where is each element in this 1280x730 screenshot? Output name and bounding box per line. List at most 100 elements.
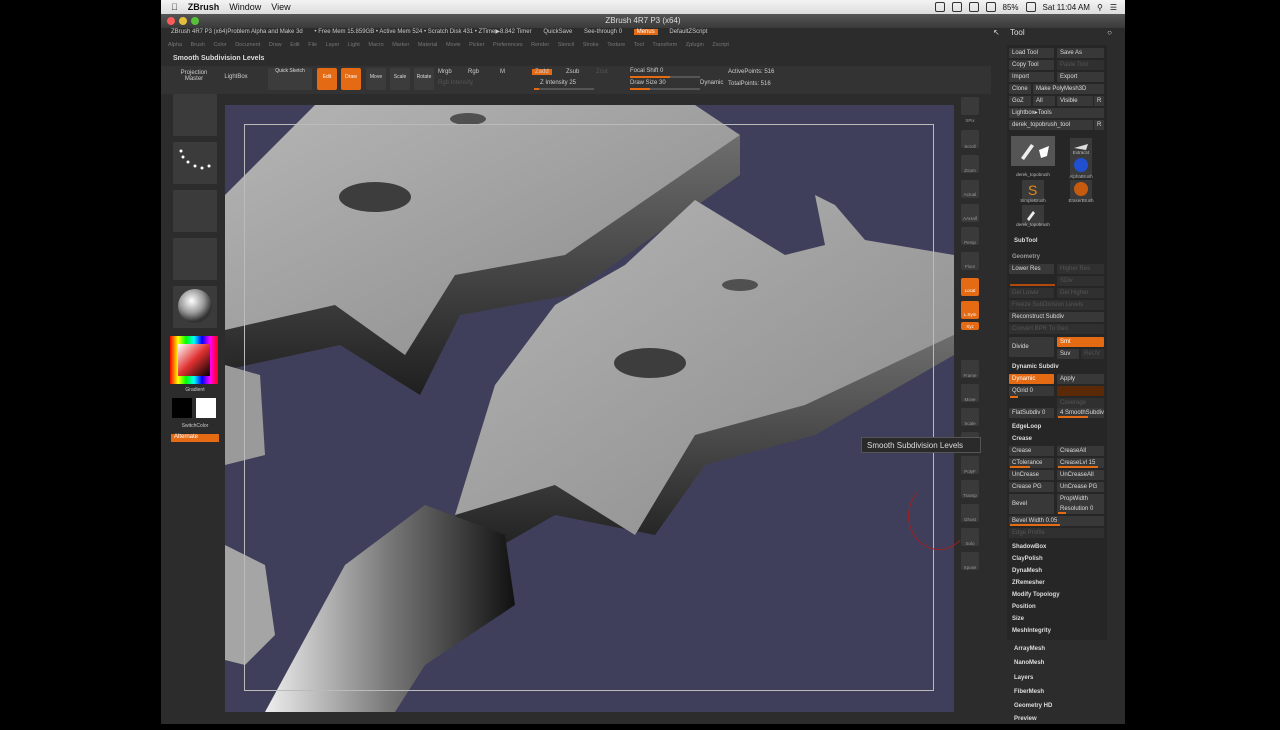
- crease-button[interactable]: Crease: [1009, 446, 1054, 456]
- apple-icon[interactable]: : [171, 2, 178, 12]
- higher-res-button[interactable]: Higher Res: [1057, 264, 1104, 274]
- dynamic-toggle[interactable]: Dynamic: [1009, 374, 1054, 384]
- menu-alpha[interactable]: Alpha: [168, 42, 182, 48]
- document-canvas[interactable]: [225, 105, 954, 712]
- solo-label[interactable]: Solo: [955, 541, 985, 546]
- dynamesh-header[interactable]: DynaMesh: [1009, 566, 1104, 576]
- divide-button[interactable]: Divide: [1009, 337, 1054, 357]
- tool-thumb-eraserbrush[interactable]: [1070, 180, 1092, 200]
- bevel-button[interactable]: Bevel: [1009, 494, 1054, 514]
- uncrease-pg-button[interactable]: UnCrease PG: [1057, 482, 1104, 492]
- lightbox-button[interactable]: LightBox: [218, 74, 254, 80]
- quicksave-button[interactable]: QuickSave: [543, 29, 572, 35]
- texture-slot[interactable]: [173, 238, 217, 280]
- menu-macro[interactable]: Macro: [368, 42, 383, 48]
- smt-toggle[interactable]: Smt: [1057, 337, 1104, 347]
- current-tool-name[interactable]: derek_topobrush_tool: [1009, 120, 1093, 130]
- uncrease-button[interactable]: UnCrease: [1009, 470, 1054, 480]
- alpha-slot[interactable]: [173, 190, 217, 232]
- menu-material[interactable]: Material: [418, 42, 438, 48]
- crease-header[interactable]: Crease: [1009, 434, 1104, 444]
- uncreaseall-button[interactable]: UnCreaseAll: [1057, 470, 1104, 480]
- rotate-button[interactable]: Rotate: [414, 68, 434, 90]
- battery-icon[interactable]: [1025, 2, 1036, 12]
- fibermesh-header[interactable]: FiberMesh: [1014, 689, 1044, 695]
- coverage-slider[interactable]: [1057, 386, 1104, 396]
- floor-label[interactable]: Floor: [955, 264, 985, 269]
- frame-label[interactable]: Frame: [955, 373, 985, 378]
- edgeloop-header[interactable]: EdgeLoop: [1009, 422, 1104, 432]
- scale-view-label[interactable]: Scale: [955, 421, 985, 426]
- draw-size-track[interactable]: [630, 88, 700, 90]
- status-icon[interactable]: [968, 2, 979, 12]
- shadowbox-header[interactable]: ShadowBox: [1009, 542, 1104, 552]
- default-zscript-button[interactable]: DefaultZScript: [669, 29, 707, 35]
- menu-file[interactable]: File: [308, 42, 317, 48]
- menu-light[interactable]: Light: [348, 42, 360, 48]
- zsub-button[interactable]: Zsub: [566, 69, 579, 75]
- menu-movie[interactable]: Movie: [446, 42, 461, 48]
- color-picker[interactable]: [170, 336, 218, 384]
- zoom-label[interactable]: Zoom: [955, 168, 985, 173]
- menu-view[interactable]: View: [271, 2, 290, 12]
- del-lower-button[interactable]: Del Lower: [1009, 288, 1054, 298]
- menu-stroke[interactable]: Stroke: [583, 42, 599, 48]
- lower-res-button[interactable]: Lower Res: [1009, 264, 1054, 274]
- menu-edit[interactable]: Edit: [290, 42, 299, 48]
- make-polymesh-button[interactable]: Make PolyMesh3D: [1033, 84, 1104, 94]
- preview-header[interactable]: Preview: [1014, 716, 1037, 722]
- goz-all-button[interactable]: All: [1033, 96, 1055, 106]
- propwidth-toggle[interactable]: PropWidth: [1057, 494, 1104, 504]
- zcut-button[interactable]: Zcut: [596, 69, 608, 75]
- menu-marker[interactable]: Marker: [392, 42, 409, 48]
- meshintegrity-header[interactable]: MeshIntegrity: [1009, 626, 1104, 636]
- local-label[interactable]: Local: [955, 288, 985, 293]
- rgb-intensity-slider[interactable]: Rgb Intensity: [438, 80, 473, 86]
- actual-label[interactable]: Actual: [955, 192, 985, 197]
- close-window-icon[interactable]: [167, 17, 175, 25]
- menu-preferences[interactable]: Preferences: [493, 42, 523, 48]
- tool-thumb-extract[interactable]: [1070, 138, 1092, 158]
- zadd-button[interactable]: Zadd: [532, 69, 552, 75]
- aahalf-label[interactable]: AAHalf: [955, 216, 985, 221]
- claypolish-header[interactable]: ClayPolish: [1009, 554, 1104, 564]
- qgrid-slider[interactable]: QGrid 0: [1009, 386, 1054, 396]
- dynamic-button[interactable]: Dynamic: [700, 80, 723, 86]
- suv-toggle[interactable]: Suv: [1057, 349, 1079, 359]
- modify-topology-header[interactable]: Modify Topology: [1009, 590, 1104, 600]
- export-button[interactable]: Export: [1057, 72, 1104, 82]
- goz-r-button[interactable]: R: [1094, 96, 1104, 106]
- clone-button[interactable]: Clone: [1009, 84, 1031, 94]
- geometry-header[interactable]: Geometry: [1009, 252, 1104, 262]
- color-square[interactable]: [178, 344, 210, 376]
- primary-color-swatch[interactable]: [196, 398, 216, 418]
- tool-palette-icon[interactable]: ↖: [993, 28, 1000, 37]
- xpose-label[interactable]: Xpose: [955, 565, 985, 570]
- size-header[interactable]: Size: [1009, 614, 1104, 624]
- alternate-button[interactable]: Alternate: [171, 434, 219, 442]
- persp-label[interactable]: Persp: [955, 240, 985, 245]
- switchcolor-button[interactable]: SwitchColor: [173, 423, 217, 429]
- clock[interactable]: Sat 11:04 AM: [1043, 3, 1090, 12]
- tool-thumb-derek[interactable]: [1011, 136, 1055, 166]
- menu-zplugin[interactable]: Zplugin: [686, 42, 704, 48]
- convert-bpr-button[interactable]: Convert BPR To Geo: [1009, 324, 1104, 334]
- dynamic-subdiv-header[interactable]: Dynamic Subdiv: [1009, 362, 1104, 372]
- freeze-subdiv-button[interactable]: Freeze SubDivision Levels: [1009, 300, 1104, 310]
- draw-button[interactable]: Draw: [341, 68, 361, 90]
- subtool-header[interactable]: SubTool: [1014, 238, 1038, 244]
- material-slot[interactable]: [173, 286, 217, 328]
- polyf-label[interactable]: PolyF: [955, 469, 985, 474]
- focal-shift-track[interactable]: [630, 76, 700, 78]
- load-tool-button[interactable]: Load Tool: [1009, 48, 1054, 58]
- import-button[interactable]: Import: [1009, 72, 1054, 82]
- edit-button[interactable]: Edit: [317, 68, 337, 90]
- geometry-hd-header[interactable]: Geometry HD: [1014, 703, 1052, 709]
- quick-sketch-button[interactable]: Quick Sketch: [268, 68, 312, 90]
- reuv-toggle[interactable]: ReUV: [1081, 349, 1104, 359]
- tool-palette-title[interactable]: Tool: [1010, 28, 1025, 37]
- spix-label[interactable]: SPix: [955, 118, 985, 123]
- menu-render[interactable]: Render: [531, 42, 549, 48]
- wifi-icon[interactable]: [985, 2, 996, 12]
- paste-tool-button[interactable]: Paste Tool: [1057, 60, 1104, 70]
